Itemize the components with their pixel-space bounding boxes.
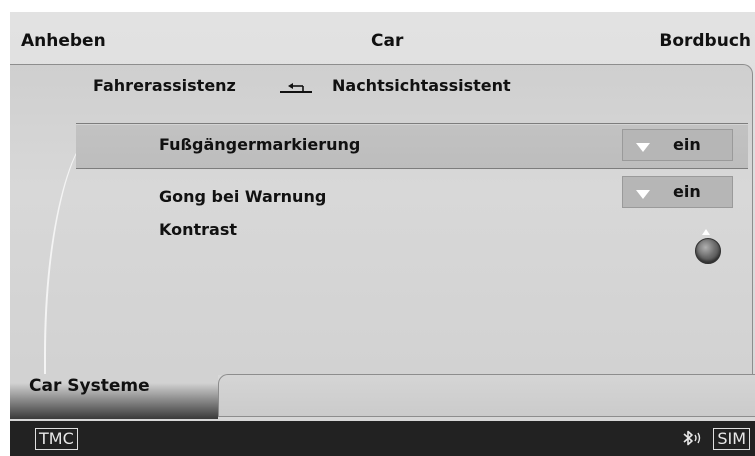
softkey-bordbuch[interactable]: Bordbuch bbox=[659, 31, 751, 51]
top-softkey-bar: Anheben Car Bordbuch bbox=[10, 12, 755, 64]
bottom-tab: Car Systeme bbox=[10, 374, 218, 419]
softkey-car-systeme[interactable]: Car Systeme bbox=[29, 376, 150, 396]
bluetooth-icon bbox=[683, 430, 701, 446]
bottom-tab-right bbox=[218, 374, 755, 417]
dropdown-value: ein bbox=[673, 135, 701, 154]
infotainment-screen: Anheben Car Bordbuch Fahrerassistenz Nac… bbox=[10, 12, 755, 456]
breadcrumb-current: Nachtsichtassistent bbox=[332, 76, 511, 95]
dropdown-gong-bei-warnung[interactable]: ein bbox=[622, 176, 733, 208]
dropdown-arrow-icon bbox=[636, 143, 650, 152]
rotary-knob-icon bbox=[695, 238, 721, 264]
dropdown-value: ein bbox=[673, 182, 701, 201]
setting-row-gong-bei-warnung[interactable]: Gong bei Warnung ein bbox=[76, 176, 748, 220]
setting-label: Kontrast bbox=[159, 220, 238, 239]
setting-label: Gong bei Warnung bbox=[159, 187, 327, 206]
status-bar: TMC SIM bbox=[10, 421, 755, 456]
softkey-car[interactable]: Car bbox=[371, 31, 403, 51]
setting-label: Fußgängermarkierung bbox=[159, 135, 361, 154]
knob-up-arrow-icon bbox=[702, 229, 710, 235]
setting-row-fussgaengermarkierung[interactable]: Fußgängermarkierung ein bbox=[76, 123, 748, 169]
dropdown-arrow-icon bbox=[636, 190, 650, 199]
dropdown-fussgaengermarkierung[interactable]: ein bbox=[622, 129, 733, 161]
sim-indicator: SIM bbox=[713, 428, 750, 450]
breadcrumb-parent[interactable]: Fahrerassistenz bbox=[93, 76, 236, 95]
setting-row-kontrast[interactable]: Kontrast bbox=[76, 219, 748, 263]
softkey-anheben[interactable]: Anheben bbox=[21, 31, 106, 51]
tmc-indicator: TMC bbox=[35, 428, 78, 450]
kontrast-rotary-knob[interactable] bbox=[695, 229, 721, 265]
bottom-area: Car Systeme bbox=[10, 374, 755, 424]
back-arrow-icon[interactable] bbox=[278, 81, 314, 95]
